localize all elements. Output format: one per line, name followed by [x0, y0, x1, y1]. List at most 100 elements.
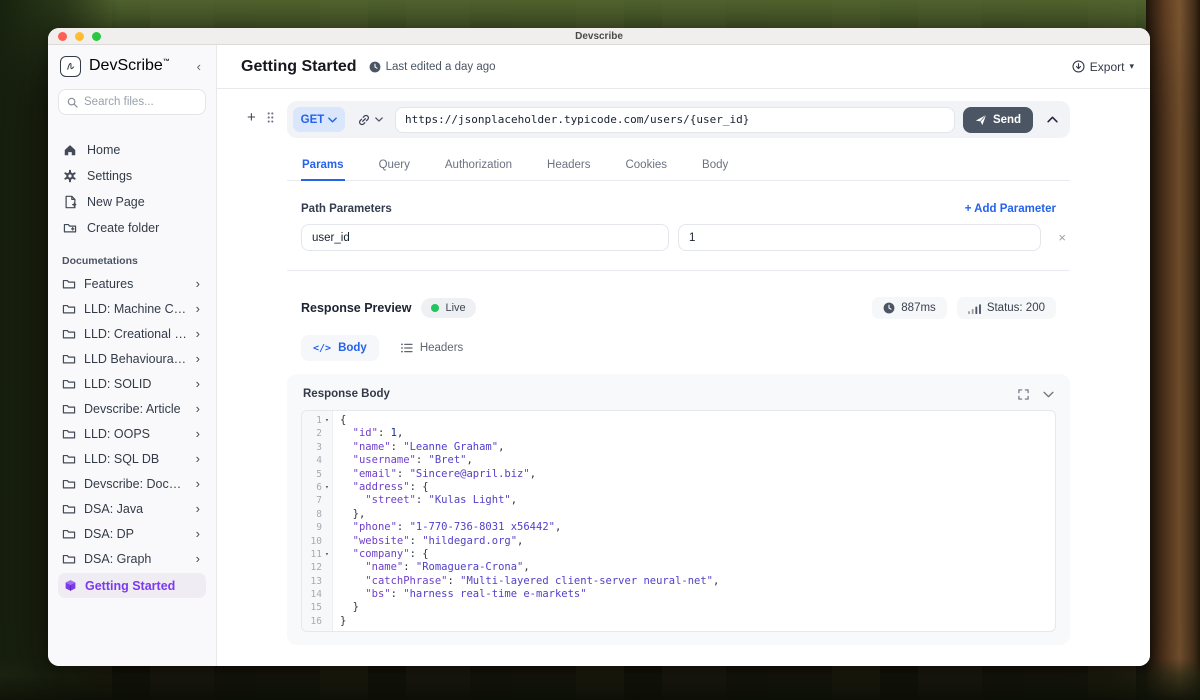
sidebar-item-home[interactable]: Home — [58, 137, 206, 163]
collapse-request-icon[interactable] — [1041, 116, 1064, 123]
clock-icon — [883, 302, 895, 314]
fold-caret-icon[interactable]: ▾ — [322, 414, 332, 427]
code-line: 1 ▾{ — [316, 414, 347, 427]
page-header: Getting Started Last edited a day ago Ex… — [217, 45, 1150, 89]
folder-icon — [62, 328, 76, 340]
param-value-input[interactable] — [678, 224, 1041, 251]
link-icon — [357, 113, 371, 127]
url-input[interactable] — [395, 106, 955, 133]
path-params-title: Path Parameters — [301, 203, 392, 215]
signal-bars-icon — [967, 303, 981, 314]
tab-query[interactable]: Query — [378, 159, 411, 180]
sidebar-item-doc[interactable]: LLD Behavioural DP › — [58, 346, 206, 371]
sidebar-item-getting-started[interactable]: Getting Started — [58, 573, 206, 598]
chevron-right-icon: › — [195, 526, 200, 541]
export-button[interactable]: Export ▾ — [1072, 60, 1134, 74]
folder-icon — [62, 278, 76, 290]
tab-label: Headers — [419, 342, 464, 354]
chevron-right-icon: › — [195, 501, 200, 516]
response-meta: 887ms Status: 200 — [872, 297, 1056, 319]
tab-cookies[interactable]: Cookies — [624, 159, 668, 180]
response-body-title: Response Body — [303, 388, 390, 400]
sidebar-item-doc[interactable]: DSA: Graph › — [58, 546, 206, 571]
desktop: Devscribe DevScribe™ ‹ Search files... H… — [0, 0, 1200, 700]
code-line: 5 "email": "Sincere@april.biz", — [316, 467, 537, 480]
doc-label: LLD: OOPS — [84, 426, 150, 441]
sidebar-item-doc[interactable]: LLD: Creational DP › — [58, 321, 206, 346]
code-line: 6 ▾ "address": { — [316, 480, 429, 494]
search-input[interactable] — [84, 96, 197, 108]
chevron-right-icon: › — [195, 476, 200, 491]
chevron-right-icon: › — [195, 326, 200, 341]
tab-headers[interactable]: Headers — [546, 159, 591, 180]
live-label: Live — [445, 302, 466, 314]
sidebar-section-label: Documetations — [62, 255, 138, 267]
sidebar-collapse-icon[interactable]: ‹ — [194, 59, 204, 74]
main-area: Getting Started Last edited a day ago Ex… — [217, 45, 1150, 666]
response-preview-header: Response Preview Live 887ms Status: 200 — [287, 297, 1070, 319]
chevron-down-icon[interactable] — [1043, 391, 1054, 398]
code-line: 16} — [310, 614, 347, 627]
code-line: 9 "phone": "1-770-736-8031 x56442", — [316, 521, 562, 534]
sidebar-item-new-page[interactable]: New Page — [58, 189, 206, 215]
expand-icon[interactable] — [1018, 388, 1029, 400]
response-body-header: Response Body — [301, 386, 1056, 410]
export-label: Export — [1089, 59, 1125, 74]
tab-response-body[interactable]: </> Body — [301, 335, 379, 361]
send-button[interactable]: Send — [963, 106, 1033, 133]
minimize-window-button[interactable] — [75, 31, 84, 41]
close-window-button[interactable] — [58, 31, 67, 41]
sidebar-item-doc[interactable]: DSA: DP › — [58, 521, 206, 546]
sidebar-item-doc[interactable]: LLD: Machine Codir › — [58, 296, 206, 321]
doc-label: Devscribe: Article — [84, 401, 181, 416]
status-value: Status: 200 — [986, 302, 1045, 314]
tab-body[interactable]: Body — [701, 159, 729, 180]
sidebar-item-doc[interactable]: Features › — [58, 271, 206, 296]
tab-response-headers[interactable]: Headers — [389, 335, 475, 361]
code-line: 7 "street": "Kulas Light", — [316, 494, 518, 507]
remove-param-icon[interactable]: × — [1058, 230, 1070, 245]
fold-caret-icon[interactable]: ▾ — [322, 548, 332, 561]
window-title: Devscribe — [575, 30, 623, 42]
tab-params[interactable]: Params — [301, 159, 345, 181]
doc-label: LLD Behavioural DP — [84, 351, 188, 366]
search-box[interactable] — [58, 89, 206, 115]
search-icon — [67, 97, 78, 108]
sidebar-item-doc[interactable]: LLD: SOLID › — [58, 371, 206, 396]
sidebar-item-doc[interactable]: LLD: SQL DB › — [58, 446, 206, 471]
doc-label: DSA: Java — [84, 501, 144, 516]
fold-caret-icon[interactable]: ▾ — [322, 481, 332, 494]
sidebar-item-doc[interactable]: Devscribe: Article › — [58, 396, 206, 421]
chevron-right-icon: › — [195, 351, 200, 366]
chevron-right-icon: › — [195, 551, 200, 566]
sidebar-item-doc[interactable]: Devscribe: Docume › — [58, 471, 206, 496]
add-parameter-button[interactable]: + Add Parameter — [965, 203, 1056, 215]
request-bar: GET https://jsonplaceholder.typicode.com… — [287, 101, 1070, 138]
tab-authorization[interactable]: Authorization — [444, 159, 513, 180]
method-dropdown[interactable]: GET — [293, 107, 345, 132]
add-block-icon[interactable]: + — [247, 109, 256, 126]
nav-label: Home — [87, 143, 121, 157]
tab-label: Body — [338, 342, 367, 354]
method-label: GET — [300, 113, 325, 126]
doc-label: LLD: Machine Codir — [84, 301, 188, 316]
code-line: 14 "bs": "harness real-time e-markets" — [310, 588, 587, 601]
doc-label: LLD: SOLID — [84, 376, 152, 391]
status-badge: Status: 200 — [956, 297, 1056, 319]
url-scheme-dropdown[interactable] — [353, 113, 387, 127]
param-key-input[interactable] — [301, 224, 669, 251]
drag-handle-icon[interactable] — [266, 111, 275, 124]
chevron-right-icon: › — [195, 451, 200, 466]
sidebar-item-doc[interactable]: LLD: OOPS › — [58, 421, 206, 446]
latency-badge: 887ms — [872, 297, 947, 319]
api-widget: GET https://jsonplaceholder.typicode.com… — [287, 101, 1070, 646]
code-line: 4 "username": "Bret", — [316, 454, 473, 467]
json-response-viewer[interactable]: 1 ▾{2 "id": 1, 3 "name": "Leanne Graham", 4… — [301, 410, 1056, 633]
sidebar-item-create-folder[interactable]: Create folder — [58, 215, 206, 241]
code-line: 8 }, — [316, 507, 366, 520]
zoom-window-button[interactable] — [92, 31, 101, 41]
sidebar-item-doc[interactable]: DSA: Java › — [58, 496, 206, 521]
code-line: 2 "id": 1, — [316, 427, 404, 440]
sidebar-item-settings[interactable]: Settings — [58, 163, 206, 189]
live-badge: Live — [421, 298, 476, 318]
